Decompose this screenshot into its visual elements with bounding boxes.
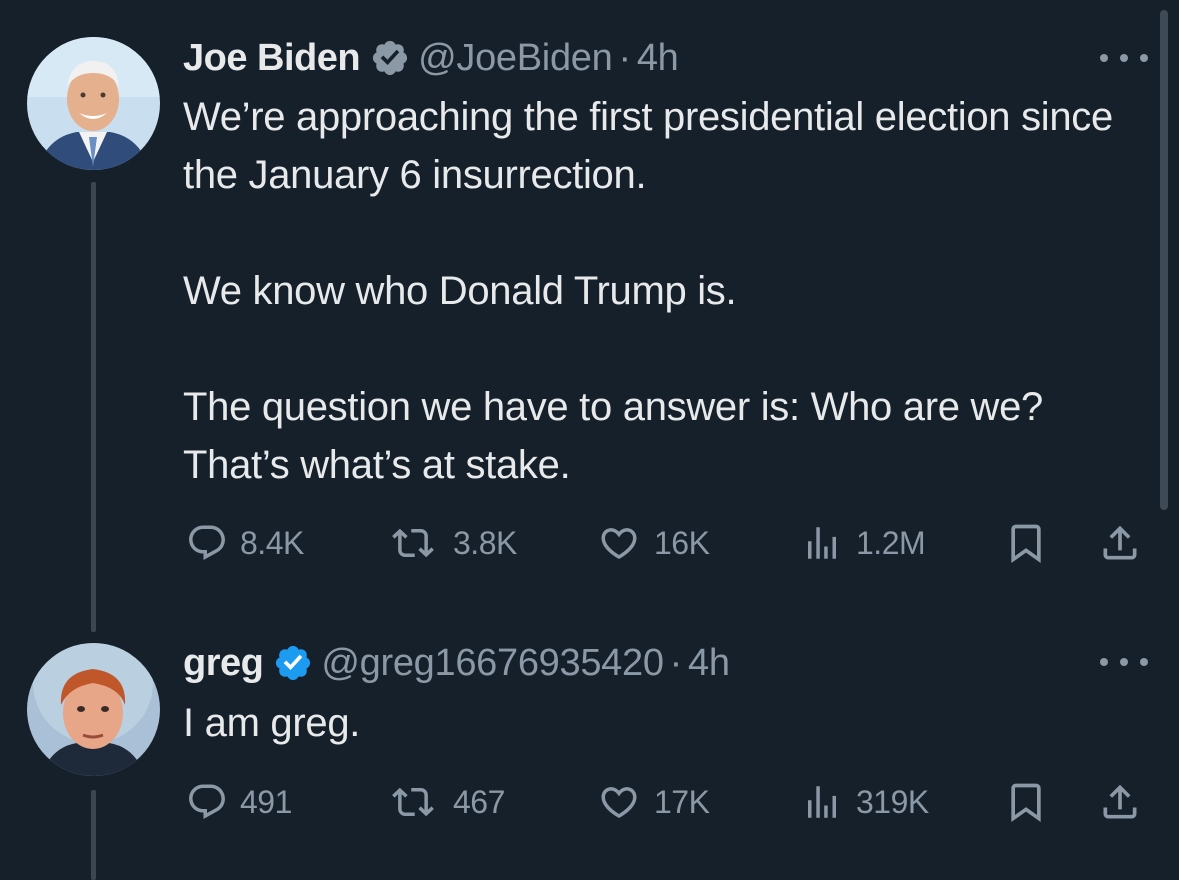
bookmark-icon (1011, 783, 1041, 823)
heart-icon (601, 528, 637, 560)
heart-icon (601, 787, 637, 819)
tweet-greg[interactable]: greg @greg16676935420 · 4h I am greg. 49… (0, 630, 1179, 880)
retweet-count: 3.8K (453, 524, 517, 561)
verified-badge-icon (370, 38, 410, 78)
reply-icon (189, 525, 225, 560)
analytics-icon (808, 786, 836, 818)
retweet-button[interactable]: 3.8K (385, 518, 517, 568)
tweet-paragraph: The question we have to answer is: Who a… (183, 385, 1043, 487)
reply-button[interactable]: 491 (186, 777, 292, 827)
action-bar: 8.4K 3.8K 16K 1.2M (0, 518, 1179, 568)
view-count: 1.2M (856, 524, 926, 561)
reply-icon (189, 784, 225, 819)
user-handle[interactable]: @greg16676935420 (321, 642, 664, 685)
tweet-text: We’re approaching the first presidential… (183, 88, 1158, 494)
share-button[interactable] (1098, 518, 1142, 568)
avatar[interactable] (27, 643, 160, 776)
tweet-header: Joe Biden @JoeBiden · 4h (183, 33, 679, 83)
share-icon (1103, 784, 1137, 819)
bookmark-button[interactable] (1004, 518, 1048, 568)
reply-count: 8.4K (240, 524, 304, 561)
bookmark-icon (1011, 524, 1041, 564)
more-options-icon[interactable] (1100, 48, 1148, 68)
verified-badge-icon (273, 643, 313, 683)
tweet-paragraph: We’re approaching the first presidential… (183, 95, 1113, 197)
tweet-paragraph: I am greg. (183, 701, 361, 745)
like-count: 17K (654, 783, 710, 820)
share-button[interactable] (1098, 777, 1142, 827)
view-count: 319K (856, 783, 929, 820)
user-handle[interactable]: @JoeBiden (418, 37, 613, 80)
retweet-button[interactable]: 467 (385, 777, 505, 827)
like-count: 16K (654, 524, 710, 561)
tweet-header: greg @greg16676935420 · 4h (183, 638, 730, 688)
action-bar: 491 467 17K 319K (0, 777, 1179, 827)
like-button[interactable]: 16K (596, 518, 710, 568)
retweet-icon (392, 528, 434, 558)
more-options-icon[interactable] (1100, 652, 1148, 672)
display-name[interactable]: greg (183, 642, 264, 685)
reply-button[interactable]: 8.4K (186, 518, 304, 568)
tweet-text: I am greg. (183, 694, 1158, 752)
reply-count: 491 (240, 783, 292, 820)
separator-dot: · (618, 36, 631, 79)
timestamp[interactable]: 4h (688, 642, 730, 685)
share-icon (1103, 525, 1137, 560)
analytics-icon (808, 527, 836, 559)
timestamp[interactable]: 4h (637, 37, 679, 80)
like-button[interactable]: 17K (596, 777, 710, 827)
bookmark-button[interactable] (1004, 777, 1048, 827)
retweet-icon (392, 787, 434, 817)
display-name[interactable]: Joe Biden (183, 37, 361, 80)
tweet-joe-biden[interactable]: Joe Biden @JoeBiden · 4h We’re approachi… (0, 0, 1179, 632)
views-button[interactable]: 1.2M (800, 518, 926, 568)
separator-dot: · (669, 641, 683, 684)
retweet-count: 467 (453, 783, 505, 820)
views-button[interactable]: 319K (800, 777, 929, 827)
avatar[interactable] (27, 37, 160, 170)
tweet-paragraph: We know who Donald Trump is. (183, 269, 737, 313)
